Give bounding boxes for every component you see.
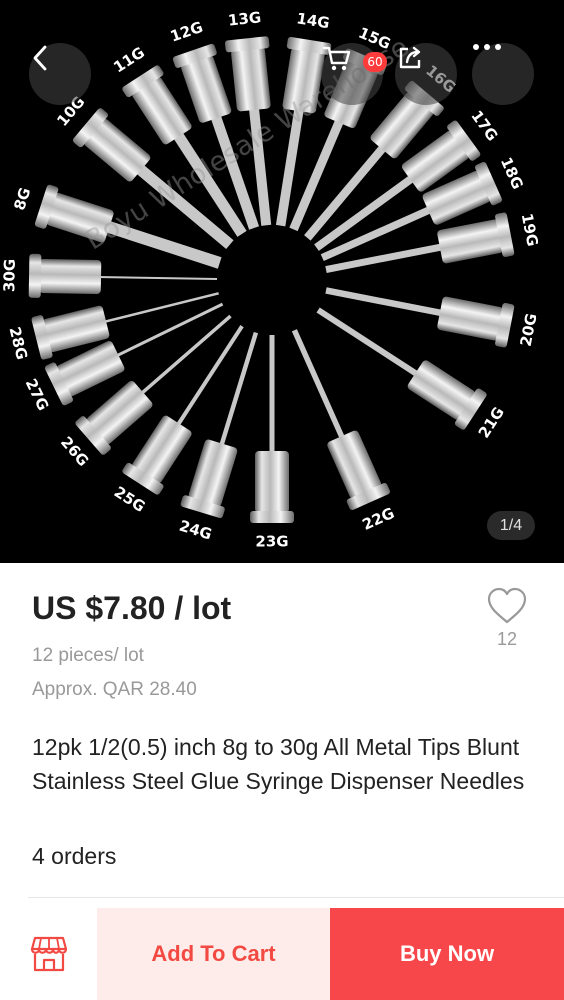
gauge-label: 14G (295, 9, 331, 32)
needle-30g (28, 253, 218, 298)
product-price: US $7.80 / lot (32, 590, 232, 626)
share-icon (399, 46, 421, 69)
gauge-label: 8G (10, 185, 34, 212)
gauge-label: 27G (22, 376, 53, 414)
back-button[interactable] (29, 43, 91, 105)
heart-icon[interactable] (486, 586, 528, 626)
product-image-gallery[interactable]: 8G10G11G12G13G14G15G16G17G18G19G20G21G22… (0, 0, 564, 563)
needle-23g (250, 335, 294, 523)
needle-20g (325, 287, 515, 348)
gauge-label: 30G (0, 259, 19, 292)
gauge-label: 19G (518, 212, 542, 248)
gauge-label: 11G (110, 43, 148, 76)
bottom-action-bar: Add To Cart Buy Now (0, 908, 564, 1000)
gauge-label: 22G (360, 504, 398, 534)
add-to-cart-button[interactable]: Add To Cart (97, 908, 330, 1000)
gauge-label: 24G (177, 517, 214, 544)
gauge-label: 12G (168, 18, 205, 46)
divider (28, 897, 564, 898)
cart-icon (322, 46, 351, 71)
wishlist-count: 12 (496, 629, 518, 649)
gauge-label: 23G (255, 533, 288, 551)
gauge-label: 21G (475, 404, 508, 442)
store-button[interactable] (0, 908, 97, 1000)
lot-size: 12 pieces/ lot (32, 645, 144, 666)
more-icon (473, 44, 501, 50)
orders-count: 4 orders (32, 843, 117, 869)
approx-price: Approx. QAR 28.40 (32, 679, 197, 700)
gauge-label: 26G (57, 433, 92, 470)
gauge-label: 18G (497, 154, 527, 192)
gauge-label: 25G (111, 483, 149, 516)
more-options-button[interactable] (472, 43, 534, 105)
gauge-label: 20G (517, 312, 541, 348)
product-title: 12pk 1/2(0.5) inch 8g to 30g All Metal T… (32, 734, 525, 794)
buy-now-button[interactable]: Buy Now (330, 908, 564, 1000)
share-button[interactable] (395, 43, 457, 105)
gauge-label: 28G (6, 325, 31, 362)
chevron-left-icon (33, 45, 47, 71)
gauge-label: 13G (227, 8, 262, 29)
store-icon (30, 936, 67, 972)
gauge-label: 17G (467, 107, 501, 144)
cart-count-badge: 60 (363, 52, 387, 72)
image-page-indicator: 1/4 (487, 511, 535, 540)
needle-22g (291, 329, 390, 510)
